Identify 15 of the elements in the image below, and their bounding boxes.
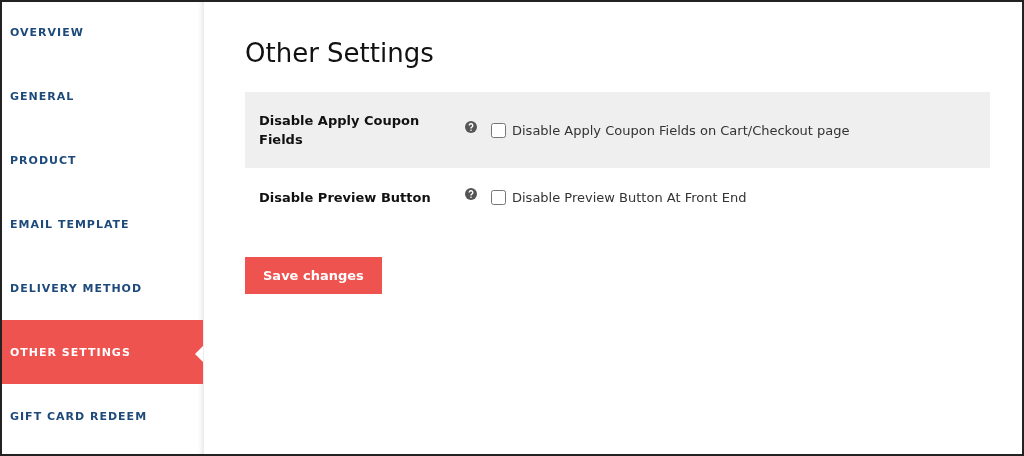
sidebar-item[interactable]: OVERVIEW xyxy=(2,2,203,64)
sidebar-item[interactable]: DELIVERY METHOD xyxy=(2,256,203,320)
help-icon[interactable] xyxy=(465,188,477,200)
checkbox[interactable] xyxy=(491,189,506,205)
sidebar-item[interactable]: EMAIL TEMPLATE xyxy=(2,192,203,256)
checkbox-label[interactable]: Disable Preview Button At Front End xyxy=(512,189,747,205)
setting-label: Disable Preview Button xyxy=(259,188,432,207)
sidebar-item[interactable]: PRODUCT xyxy=(2,128,203,192)
sidebar-item[interactable]: GIFT CARD REDEEM xyxy=(2,384,203,448)
checkbox[interactable] xyxy=(491,122,506,138)
page-title: Other Settings xyxy=(245,38,435,68)
checkbox-label[interactable]: Disable Apply Coupon Fields on Cart/Checkout page xyxy=(512,122,850,138)
sidebar-item[interactable]: GENERAL xyxy=(2,64,203,128)
help-icon[interactable] xyxy=(465,121,477,133)
setting-label: Disable Apply Coupon Fields xyxy=(259,112,421,149)
